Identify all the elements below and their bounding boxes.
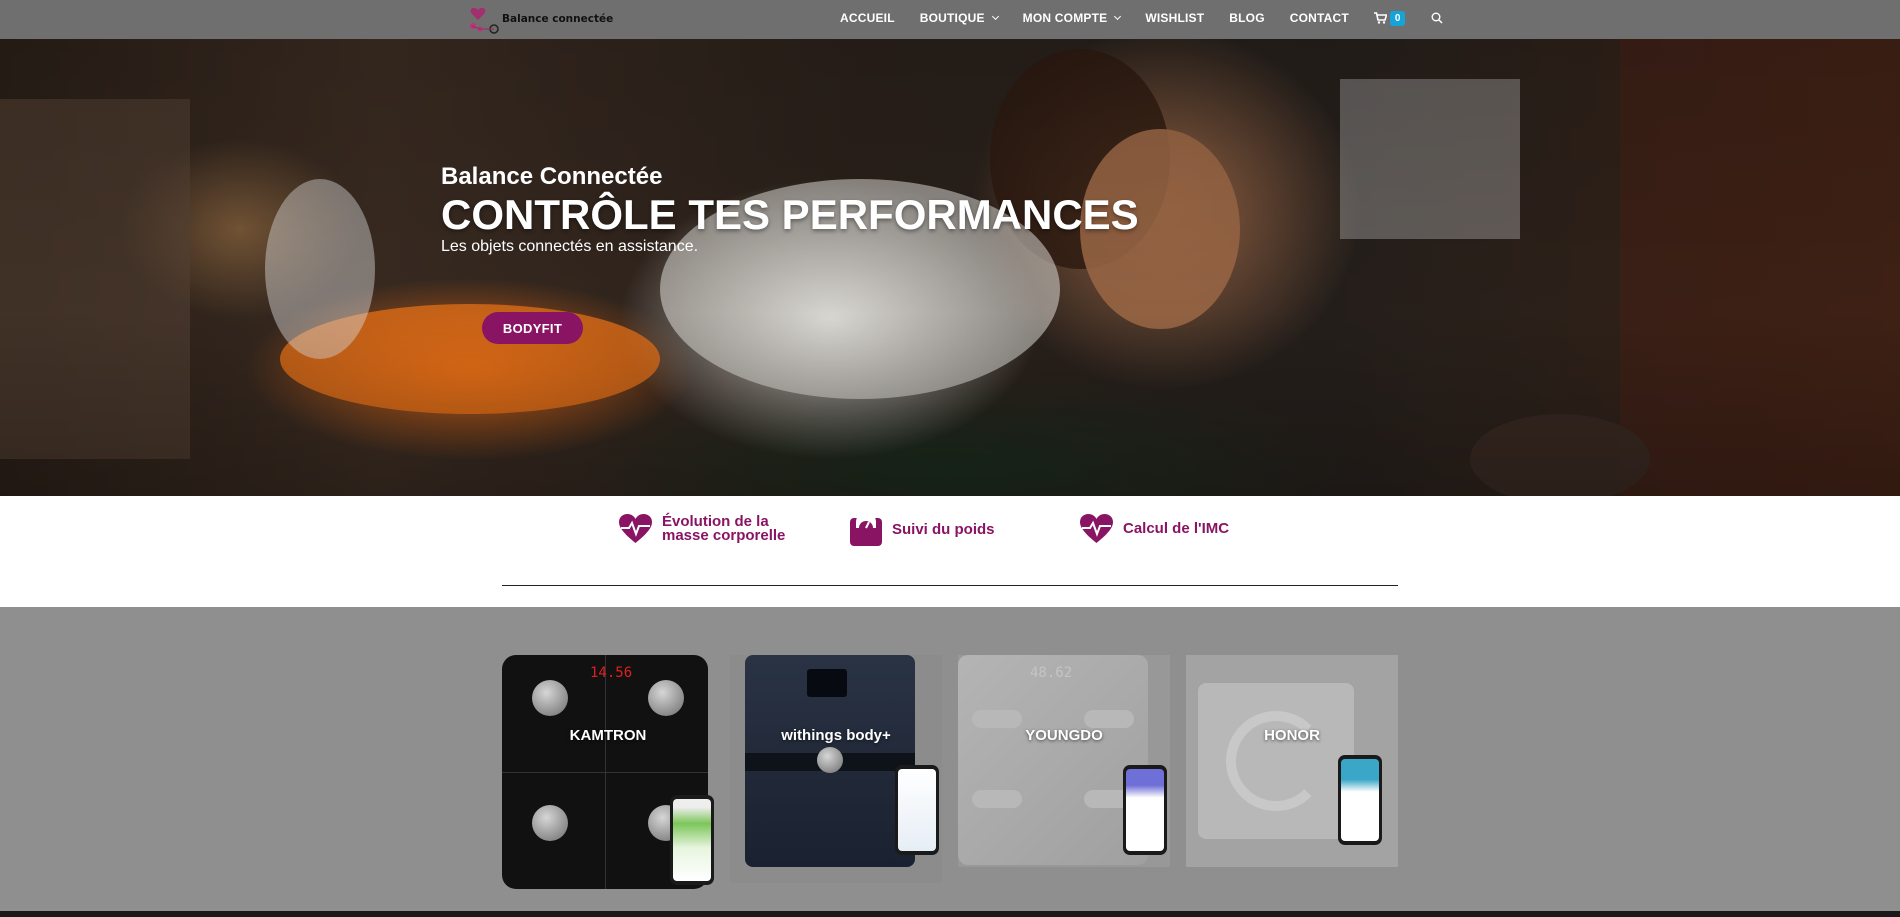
nav-contact[interactable]: CONTACT <box>1290 11 1349 25</box>
product-card-kamtron[interactable]: 14.56 KAMTRON <box>502 655 714 889</box>
product-name: withings body+ <box>781 727 891 744</box>
hero-subtitle: Balance Connectée <box>441 163 663 190</box>
nav-contact-label: CONTACT <box>1289 11 1349 25</box>
cart-icon <box>1373 12 1387 24</box>
chevron-down-icon <box>1114 12 1122 21</box>
hero-overlay <box>0 39 1900 496</box>
heartbeat-icon <box>619 514 652 543</box>
product-image <box>1198 683 1354 839</box>
nav-boutique-label: BOUTIQUE <box>919 11 985 25</box>
nav-mon-compte-label: MON COMPTE <box>1022 11 1108 25</box>
cart-count-badge: 0 <box>1389 10 1406 26</box>
product-image: 48.62 <box>958 655 1148 865</box>
scale-display: 14.56 <box>590 665 633 681</box>
nav-wishlist[interactable]: WISHLIST <box>1145 11 1204 25</box>
site-header: Balance connectée ACCUEIL BOUTIQUE MON C… <box>0 0 1900 39</box>
cart-button[interactable]: 0 <box>1373 10 1406 26</box>
logo-text: Balance connectée <box>502 13 614 25</box>
heartbeat-icon <box>1080 514 1113 543</box>
features-section: Évolution de la masse corporelle Suivi d… <box>0 496 1900 607</box>
main-nav: ACCUEIL BOUTIQUE MON COMPTE WISHLIST BLO… <box>840 0 1444 36</box>
nav-mon-compte[interactable]: MON COMPTE <box>1022 11 1122 25</box>
nav-blog[interactable]: BLOG <box>1229 11 1264 25</box>
products-section: 14.56 KAMTRON withings body+ 48.62 YOUNG… <box>0 607 1900 911</box>
section-divider <box>502 585 1398 586</box>
site-logo[interactable]: Balance connectée <box>468 4 613 34</box>
feature-evolution-masse: Évolution de la masse corporelle <box>619 514 785 544</box>
product-card-youngdo[interactable]: 48.62 YOUNGDO <box>958 655 1170 867</box>
logo-icon <box>468 4 500 34</box>
feature-label: Calcul de l'IMC <box>1123 520 1230 537</box>
footer-edge <box>0 911 1900 917</box>
chevron-down-icon <box>991 12 999 21</box>
feature-label: Suivi du poids <box>892 521 995 538</box>
hero-tagline: Les objets connectés en assistance. <box>441 238 699 255</box>
bodyfit-button[interactable]: BODYFIT <box>482 312 583 344</box>
nav-wishlist-label: WISHLIST <box>1145 11 1205 25</box>
feature-label-line2: masse corporelle <box>662 527 786 544</box>
nav-boutique[interactable]: BOUTIQUE <box>919 11 999 25</box>
scale-icon <box>850 514 882 546</box>
product-name: HONOR <box>1264 727 1320 744</box>
scale-display: 48.62 <box>1030 665 1073 681</box>
product-image <box>745 655 915 867</box>
product-card-honor[interactable]: HONOR <box>1186 655 1398 867</box>
feature-calcul-imc: Calcul de l'IMC <box>1080 514 1229 544</box>
product-name: KAMTRON <box>569 727 647 744</box>
product-name: YOUNGDO <box>1025 727 1103 744</box>
product-card-withings[interactable]: withings body+ <box>730 655 942 883</box>
hero-title: CONTRÔLE TES PERFORMANCES <box>441 191 1139 238</box>
feature-suivi-poids: Suivi du poids <box>850 514 995 546</box>
nav-accueil[interactable]: ACCUEIL <box>840 11 895 25</box>
search-icon[interactable] <box>1431 12 1444 24</box>
nav-accueil-label: ACCUEIL <box>840 11 895 25</box>
nav-blog-label: BLOG <box>1229 11 1265 25</box>
hero-banner: Balance Connectée CONTRÔLE TES PERFORMAN… <box>0 39 1900 496</box>
